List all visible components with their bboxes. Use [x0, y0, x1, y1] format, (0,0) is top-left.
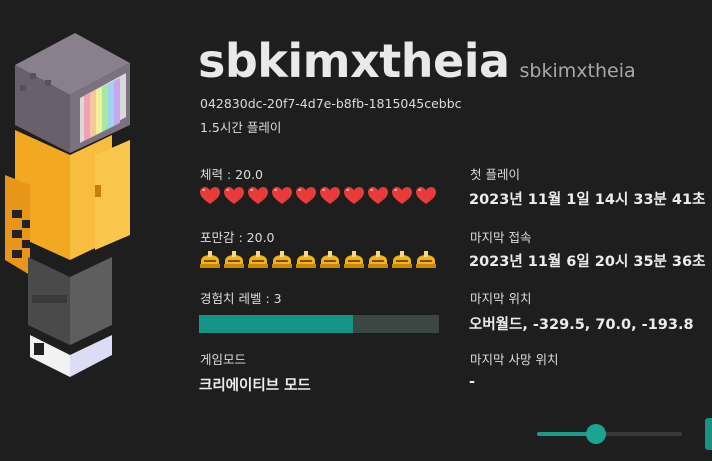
gamemode-label: 게임모드 [200, 352, 247, 367]
xp-progress-fill [199, 315, 353, 333]
hunger-drumstick-icon [272, 251, 292, 268]
heart-icon [224, 187, 244, 204]
hunger-drumstick-icon [224, 251, 244, 268]
zoom-slider[interactable] [537, 424, 682, 444]
last-position-label: 마지막 위치 [470, 291, 532, 306]
heart-icon [248, 187, 268, 204]
side-panel-tab[interactable] [705, 418, 712, 450]
player-name: sbkimxtheia [198, 34, 510, 88]
death-position-label: 마지막 사망 위치 [470, 352, 559, 367]
hunger-icons [199, 250, 437, 270]
player-skin-render [5, 33, 130, 377]
xp-progress-bar [199, 315, 439, 333]
last-login-value: 2023년 11월 6일 20시 35분 36초 [469, 254, 706, 270]
last-login-label: 마지막 접속 [470, 230, 532, 245]
player-subname: sbkimxtheia [519, 60, 636, 82]
hunger-drumstick-icon [344, 251, 364, 268]
hunger-drumstick-icon [320, 251, 340, 268]
last-position-value: 오버월드, -329.5, 70.0, -193.8 [469, 317, 694, 333]
player-playtime: 1.5시간 플레이 [200, 120, 282, 135]
death-position-value: - [469, 374, 476, 390]
health-label: 체력 : 20.0 [200, 167, 263, 182]
hunger-drumstick-icon [368, 251, 388, 268]
hunger-drumstick-icon [296, 251, 316, 268]
heart-icon [416, 187, 436, 204]
hunger-drumstick-icon [200, 251, 220, 268]
heart-icon [272, 187, 292, 204]
player-name-row: sbkimxtheia sbkimxtheia [198, 34, 636, 88]
hunger-drumstick-icon [248, 251, 268, 268]
hunger-drumstick-icon [416, 251, 436, 268]
health-icons [199, 186, 437, 206]
player-profile-panel: sbkimxtheia sbkimxtheia 042830dc-20f7-4d… [0, 0, 712, 461]
heart-icon [296, 187, 316, 204]
xp-label: 경험치 레벨 : 3 [200, 291, 282, 306]
hunger-label: 포만감 : 20.0 [200, 230, 275, 245]
player-uuid: 042830dc-20f7-4d7e-b8fb-1815045cebbc [200, 96, 462, 111]
gamemode-value: 크리에이티브 모드 [199, 378, 311, 394]
hunger-drumstick-icon [392, 251, 412, 268]
heart-icon [344, 187, 364, 204]
first-play-value: 2023년 11월 1일 14시 33분 41초 [469, 192, 706, 208]
first-play-label: 첫 플레이 [470, 167, 520, 182]
heart-icon [320, 187, 340, 204]
heart-icon [392, 187, 412, 204]
heart-icon [368, 187, 388, 204]
heart-icon [200, 187, 220, 204]
slider-thumb[interactable] [586, 424, 607, 444]
